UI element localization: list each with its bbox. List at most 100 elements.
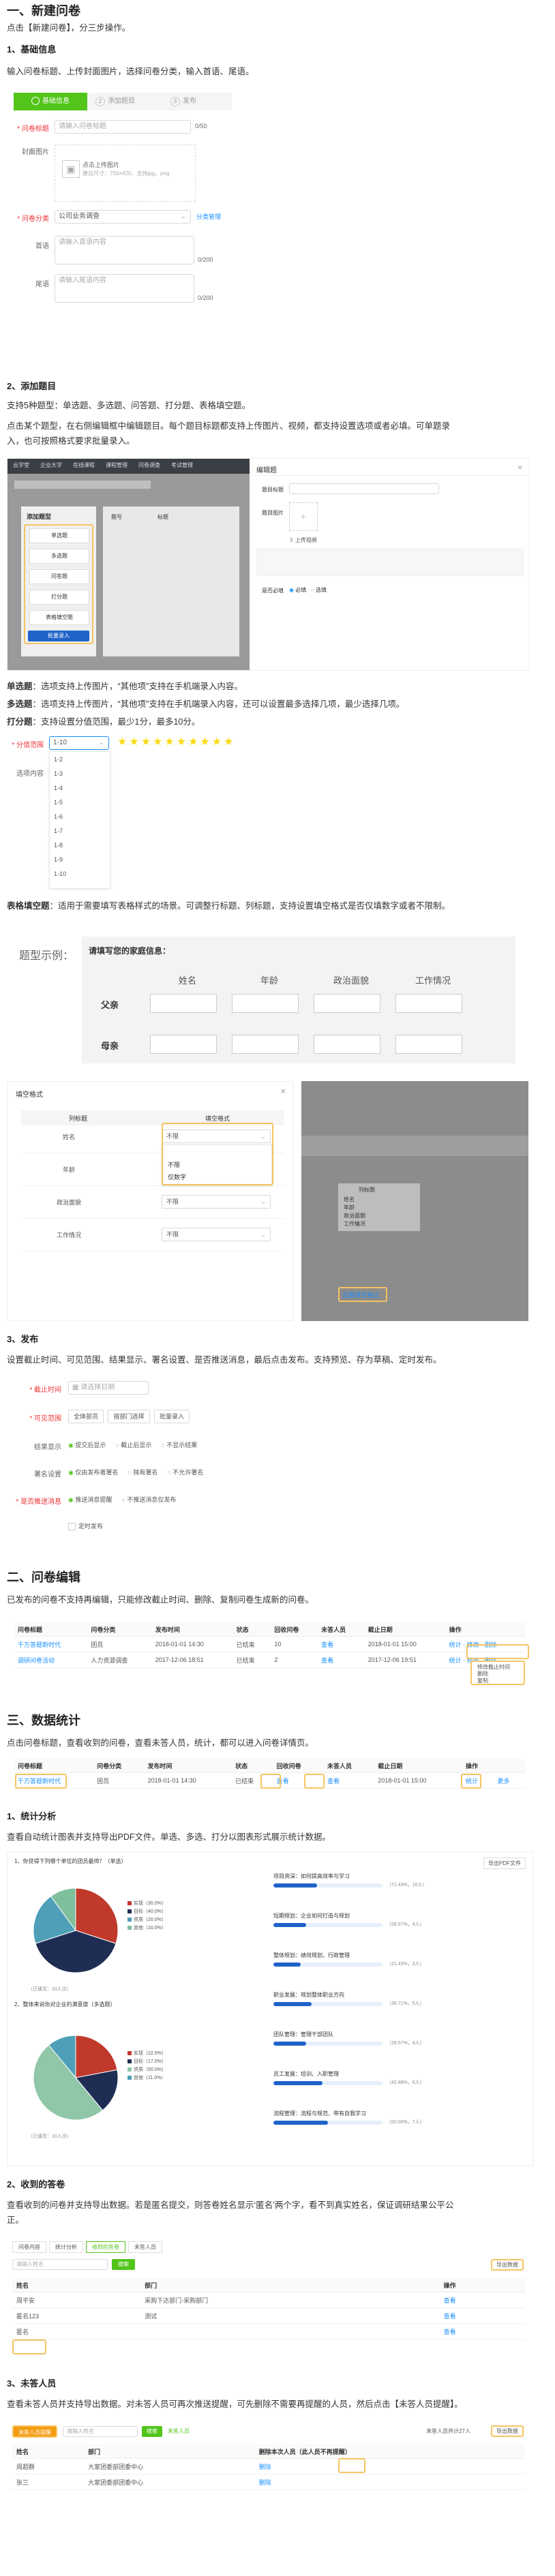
remind-button[interactable]: 未答人员提醒 xyxy=(12,2425,57,2438)
step-publish[interactable]: 3 发布 xyxy=(170,93,225,110)
answers-tab[interactable]: 问卷内容 xyxy=(12,2241,46,2253)
step-basic[interactable]: 基础信息 xyxy=(14,93,87,110)
topbar-item[interactable]: 课程管理 xyxy=(106,462,127,468)
title-input[interactable]: 请输入问卷标题 xyxy=(55,120,191,134)
range-option[interactable]: 1-6 xyxy=(54,813,63,820)
radio-option[interactable]: ○ 独有署名 xyxy=(127,1469,158,1476)
example-cell-input[interactable] xyxy=(395,994,462,1013)
table-link[interactable]: 删除 xyxy=(254,2458,525,2474)
radio-option[interactable]: ○ 不推送消息仅发布 xyxy=(121,1496,176,1503)
column-header: 姓名 xyxy=(12,2278,141,2292)
answers-tab[interactable]: 收到的答卷 xyxy=(86,2241,125,2253)
answers-search-button[interactable]: 搜索 xyxy=(112,2259,135,2270)
table-link[interactable]: 查看 xyxy=(317,1636,364,1652)
example-cell-input[interactable] xyxy=(150,994,217,1013)
required-radio[interactable]: ◉ 必填 ○ 选填 xyxy=(289,586,327,594)
type-button[interactable]: 表格填空题 xyxy=(29,610,89,625)
fill-format-select[interactable]: 不限 ⌄ xyxy=(162,1195,271,1209)
cover-upload[interactable]: ▣ 点击上传图片 建议尺寸：750×420，支持jpg、png xyxy=(55,145,196,202)
topbar-item[interactable]: 企业大学 xyxy=(40,462,62,468)
type-button[interactable]: 单选题 xyxy=(29,528,89,543)
edit-table: 问卷标题 问卷分类 发布时间 状态 回收问卷 未答人员 截止日期 操作 千万答题新时代 团员 201… xyxy=(14,1622,525,1668)
example-cell-input[interactable] xyxy=(314,1035,380,1054)
timed-publish-checkbox[interactable]: 定时发布 xyxy=(68,1521,104,1531)
topbar-item[interactable]: 云学堂 xyxy=(13,462,29,468)
example-cell-input[interactable] xyxy=(232,1035,299,1054)
close-icon[interactable]: × xyxy=(518,463,522,472)
set-format-button[interactable]: 设置填空格式 xyxy=(342,1290,379,1299)
radio-option[interactable]: ◉ 提交后显示 xyxy=(68,1442,106,1449)
single-desc: 单选题：选项支持上传图片，“其他项”支持在手机端录入内容。 xyxy=(7,679,243,694)
unanswered-tab[interactable]: 未答人员 xyxy=(168,2427,190,2435)
deadline-input[interactable]: ▦ 请选择日期 xyxy=(68,1381,149,1395)
close-icon[interactable]: × xyxy=(280,1086,286,1096)
answers-tab[interactable]: 未答人员 xyxy=(128,2241,162,2253)
bar-track xyxy=(273,2121,382,2125)
topbar-item[interactable]: 考试管理 xyxy=(171,462,193,468)
unanswered-export-button[interactable]: 导出数据 xyxy=(491,2425,524,2437)
plus-icon[interactable]: + xyxy=(289,502,318,531)
range-option[interactable]: 1-3 xyxy=(54,770,63,777)
type-button[interactable]: 问答题 xyxy=(29,569,89,584)
range-option[interactable]: 1-4 xyxy=(54,785,63,791)
bar-label: 整体规划：绩效规划、行政管理 xyxy=(273,1952,350,1958)
table-link[interactable]: 删除 xyxy=(254,2474,525,2490)
radio-option[interactable]: ○ 不允许署名 xyxy=(167,1469,203,1476)
column-header: 未答人员 xyxy=(317,1622,364,1637)
dim-strip xyxy=(301,1136,528,1156)
answers-tab[interactable]: 统计分析 xyxy=(49,2241,83,2253)
unanswered-search-input[interactable]: 请输入姓名 xyxy=(63,2426,138,2437)
example-cell-input[interactable] xyxy=(232,994,299,1013)
cover-hint: 建议尺寸：750×420，支持jpg、png xyxy=(82,170,170,177)
table-link[interactable]: 查看 xyxy=(439,2292,525,2308)
timed-label: 定时发布 xyxy=(78,1523,104,1530)
table-link[interactable]: 查看 xyxy=(322,1772,374,1789)
fill-row-title: 年龄 xyxy=(62,1166,75,1173)
head-input[interactable]: 请输入首语内容 xyxy=(55,236,194,264)
radio-option[interactable]: ◉ 仅由发布者署名 xyxy=(68,1469,118,1476)
range-option[interactable]: 1-7 xyxy=(54,828,63,834)
radio-option[interactable]: ○ 不显示结果 xyxy=(161,1442,197,1449)
range-option[interactable]: 1-2 xyxy=(54,756,63,763)
answers-search-input[interactable]: 请输入姓名 xyxy=(12,2259,108,2270)
type-button[interactable]: 打分题 xyxy=(29,590,89,605)
range-option[interactable]: 1-10 xyxy=(54,870,66,877)
anon-highlight xyxy=(12,2339,46,2354)
q-input[interactable] xyxy=(289,483,439,494)
topbar-item[interactable]: 在线课程 xyxy=(73,462,95,468)
table-link[interactable]: 查看 xyxy=(439,2323,525,2339)
table-link[interactable]: 查看 xyxy=(439,2307,525,2324)
step-2-num: 2 xyxy=(95,97,105,106)
step-questions[interactable]: 2 添加题目 xyxy=(95,93,157,110)
table-link[interactable]: 更多 xyxy=(493,1772,525,1789)
scope-button[interactable]: 按部门选择 xyxy=(108,1410,150,1423)
menu-item[interactable]: 复制 xyxy=(477,1677,488,1684)
unanswered-search-button[interactable]: 搜索 xyxy=(142,2426,162,2437)
export-pdf-button[interactable]: 导出PDF文件 xyxy=(483,1858,526,1869)
scope-button[interactable]: 全体部员 xyxy=(68,1410,104,1423)
topbar-item[interactable]: 问卷调查 xyxy=(138,462,160,468)
example-box: 题型示例： 请填写您的家庭信息： 姓名 年龄 政治面貌 工作情况 父亲 母亲 xyxy=(16,934,518,1067)
radio-option[interactable]: ○ 截止后显示 xyxy=(115,1442,151,1449)
answers-export-button[interactable]: 导出数据 xyxy=(491,2259,524,2271)
example-cell-input[interactable] xyxy=(150,1035,217,1054)
batch-input-button[interactable]: 批量录入 xyxy=(28,631,89,641)
upload-video[interactable]: ⇪ 上传视频 xyxy=(289,536,317,544)
range-option[interactable]: 1-8 xyxy=(54,842,63,849)
range-option[interactable]: 1-9 xyxy=(54,856,63,863)
category-select[interactable]: 公司业务调查 ⌄ xyxy=(55,210,191,224)
range-select[interactable]: 1-10 ⌄ xyxy=(49,736,109,750)
table-link[interactable]: 调研问卷活动 xyxy=(14,1652,87,1668)
category-manage-link[interactable]: 分类管理 xyxy=(196,212,221,221)
type-button[interactable]: 多选题 xyxy=(29,549,89,564)
example-cell-input[interactable] xyxy=(395,1035,462,1054)
table-cell: 匿名 xyxy=(12,2323,141,2339)
fill-format-select[interactable]: 不限 ⌄ xyxy=(162,1228,271,1241)
example-cell-input[interactable] xyxy=(314,994,380,1013)
tail-input[interactable]: 请输入尾语内容 xyxy=(55,274,194,303)
scope-button[interactable]: 批量录入 xyxy=(154,1410,190,1423)
radio-option[interactable]: ◉ 推送消息提醒 xyxy=(68,1496,112,1503)
table-link[interactable]: 查看 xyxy=(317,1652,364,1668)
range-option[interactable]: 1-5 xyxy=(54,799,63,806)
table-link[interactable]: 千万答题新时代 xyxy=(14,1636,87,1652)
